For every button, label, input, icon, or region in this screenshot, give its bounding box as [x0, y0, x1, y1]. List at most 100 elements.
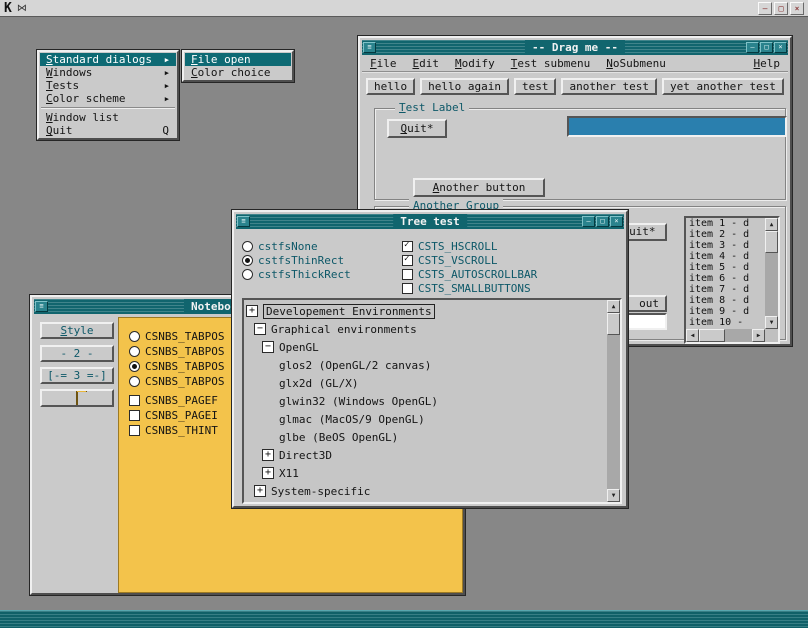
tree-label[interactable]: glx2d (GL/X): [279, 377, 358, 390]
maximize-icon[interactable]: □: [774, 2, 788, 15]
expander-icon[interactable]: −: [254, 323, 266, 335]
list-item[interactable]: item 2 - d: [686, 229, 765, 240]
tree-label[interactable]: glbe (BeOS OpenGL): [279, 431, 398, 444]
scrollbar-track[interactable]: [607, 313, 620, 489]
toolbar-button-hello[interactable]: hello: [366, 78, 415, 95]
minimize-icon[interactable]: –: [582, 216, 595, 227]
checkbox[interactable]: [129, 395, 140, 406]
tab-3[interactable]: [-= 3 =-]: [40, 367, 114, 384]
menu-item-windows[interactable]: Windows ▶: [40, 66, 176, 79]
checkbox[interactable]: [402, 269, 413, 280]
tree-row[interactable]: glos2 (OpenGL/2 canvas): [279, 356, 431, 374]
checkbox[interactable]: [402, 283, 413, 294]
list-item[interactable]: item 4 - d: [686, 251, 765, 262]
menu-nosubmenu[interactable]: NoSubmenu: [598, 57, 674, 70]
maximize-icon[interactable]: □: [760, 42, 773, 53]
dragme-titlebar[interactable]: ≡ -- Drag me -- – □ ×: [362, 40, 788, 55]
scrollbar-track[interactable]: [765, 231, 778, 316]
list-item[interactable]: item 8 - d: [686, 295, 765, 306]
tree-label[interactable]: System-specific: [271, 485, 370, 498]
tab-folder[interactable]: [40, 389, 114, 407]
menu-edit[interactable]: Edit: [405, 57, 448, 70]
maximize-icon[interactable]: □: [596, 216, 609, 227]
scroll-up-icon[interactable]: ▲: [607, 300, 620, 313]
tree-label[interactable]: X11: [279, 467, 299, 480]
close-icon[interactable]: ×: [774, 42, 787, 53]
minimize-icon[interactable]: –: [746, 42, 759, 53]
tree-label[interactable]: glwin32 (Windows OpenGL): [279, 395, 438, 408]
list-item[interactable]: item 7 - d: [686, 284, 765, 295]
toolbar-button-test[interactable]: test: [514, 78, 557, 95]
tab-2[interactable]: - 2 -: [40, 345, 114, 362]
radio-button[interactable]: [242, 241, 253, 252]
expander-icon[interactable]: +: [246, 305, 258, 317]
close-icon[interactable]: ×: [610, 216, 623, 227]
tree-titlebar[interactable]: ≡ Tree test – □ ×: [236, 214, 624, 229]
menu-file[interactable]: File: [362, 57, 405, 70]
list-item[interactable]: item 3 - d: [686, 240, 765, 251]
expander-icon[interactable]: +: [262, 449, 274, 461]
scrollbar-thumb[interactable]: [607, 313, 620, 335]
system-menu-icon[interactable]: ≡: [237, 216, 250, 227]
quit-button[interactable]: Quit*: [387, 119, 447, 138]
radio-button[interactable]: [129, 331, 140, 342]
another-button[interactable]: Another button: [413, 178, 545, 197]
vertical-scrollbar[interactable]: ▲ ▼: [607, 300, 620, 502]
tree-label-focused[interactable]: Developement Environments: [263, 304, 435, 319]
scrollbar-thumb[interactable]: [699, 329, 725, 342]
checkbox[interactable]: [129, 410, 140, 421]
expander-icon[interactable]: −: [262, 341, 274, 353]
checkbox-checked[interactable]: [402, 241, 413, 252]
checkbox[interactable]: [129, 425, 140, 436]
expander-icon[interactable]: +: [262, 467, 274, 479]
menu-item-quit[interactable]: Quit Q: [40, 124, 176, 137]
tree-row[interactable]: glwin32 (Windows OpenGL): [279, 392, 438, 410]
menu-item-standard-dialogs[interactable]: Standard dialogs ▶: [40, 53, 176, 66]
list-item[interactable]: item 5 - d: [686, 262, 765, 273]
menu-item-window-list[interactable]: Window list: [40, 111, 176, 124]
tab-style[interactable]: Style: [40, 322, 114, 339]
tree-label[interactable]: glos2 (OpenGL/2 canvas): [279, 359, 431, 372]
menu-item-color-scheme[interactable]: Color scheme ▶: [40, 92, 176, 105]
horizontal-scrollbar[interactable]: ◀ ▶: [686, 329, 765, 342]
tree-row[interactable]: + Developement Environments: [246, 302, 435, 320]
radio-button[interactable]: [242, 269, 253, 280]
toolbar-button-another-test[interactable]: another test: [561, 78, 656, 95]
scroll-down-icon[interactable]: ▼: [607, 489, 620, 502]
list-item[interactable]: item 9 - d: [686, 306, 765, 317]
tree-row[interactable]: glbe (BeOS OpenGL): [279, 428, 398, 446]
tree-row[interactable]: glx2d (GL/X): [279, 374, 358, 392]
tree-label[interactable]: OpenGL: [279, 341, 319, 354]
tree-row[interactable]: glmac (MacOS/9 OpenGL): [279, 410, 425, 428]
taskbar[interactable]: [0, 610, 808, 628]
scroll-down-icon[interactable]: ▼: [765, 316, 778, 329]
system-menu-icon[interactable]: ≡: [363, 42, 376, 53]
menu-item-color-choice[interactable]: Color choice: [185, 66, 291, 79]
radio-button-selected[interactable]: [242, 255, 253, 266]
scrollbar-thumb[interactable]: [765, 231, 778, 253]
tree-row[interactable]: + Direct3D: [262, 446, 332, 464]
tree-row[interactable]: + X11: [262, 464, 299, 482]
app-logo[interactable]: K: [4, 1, 12, 16]
menu-item-file-open[interactable]: File open: [185, 53, 291, 66]
tree-row[interactable]: − Graphical environments: [254, 320, 417, 338]
tree-row[interactable]: + System-specific: [254, 482, 370, 500]
tree-label[interactable]: Graphical environments: [271, 323, 417, 336]
scroll-left-icon[interactable]: ◀: [686, 329, 699, 342]
scroll-up-icon[interactable]: ▲: [765, 218, 778, 231]
list-item[interactable]: item 1 - d: [686, 218, 765, 229]
menu-modify[interactable]: Modify: [447, 57, 503, 70]
scroll-right-icon[interactable]: ▶: [752, 329, 765, 342]
toolbar-button-yet-another-test[interactable]: yet another test: [662, 78, 784, 95]
system-menu-icon[interactable]: ≡: [35, 301, 48, 312]
menu-item-tests[interactable]: Tests ▶: [40, 79, 176, 92]
radio-button-selected[interactable]: [129, 361, 140, 372]
vertical-scrollbar[interactable]: ▲ ▼: [765, 218, 778, 329]
menu-help[interactable]: Help: [746, 57, 789, 70]
toolbar-button-hello-again[interactable]: hello again: [420, 78, 509, 95]
minimize-icon[interactable]: –: [758, 2, 772, 15]
menu-test-submenu[interactable]: Test submenu: [503, 57, 598, 70]
close-icon[interactable]: ×: [790, 2, 804, 15]
scrollbar-track[interactable]: [699, 329, 752, 342]
tree-label[interactable]: glmac (MacOS/9 OpenGL): [279, 413, 425, 426]
